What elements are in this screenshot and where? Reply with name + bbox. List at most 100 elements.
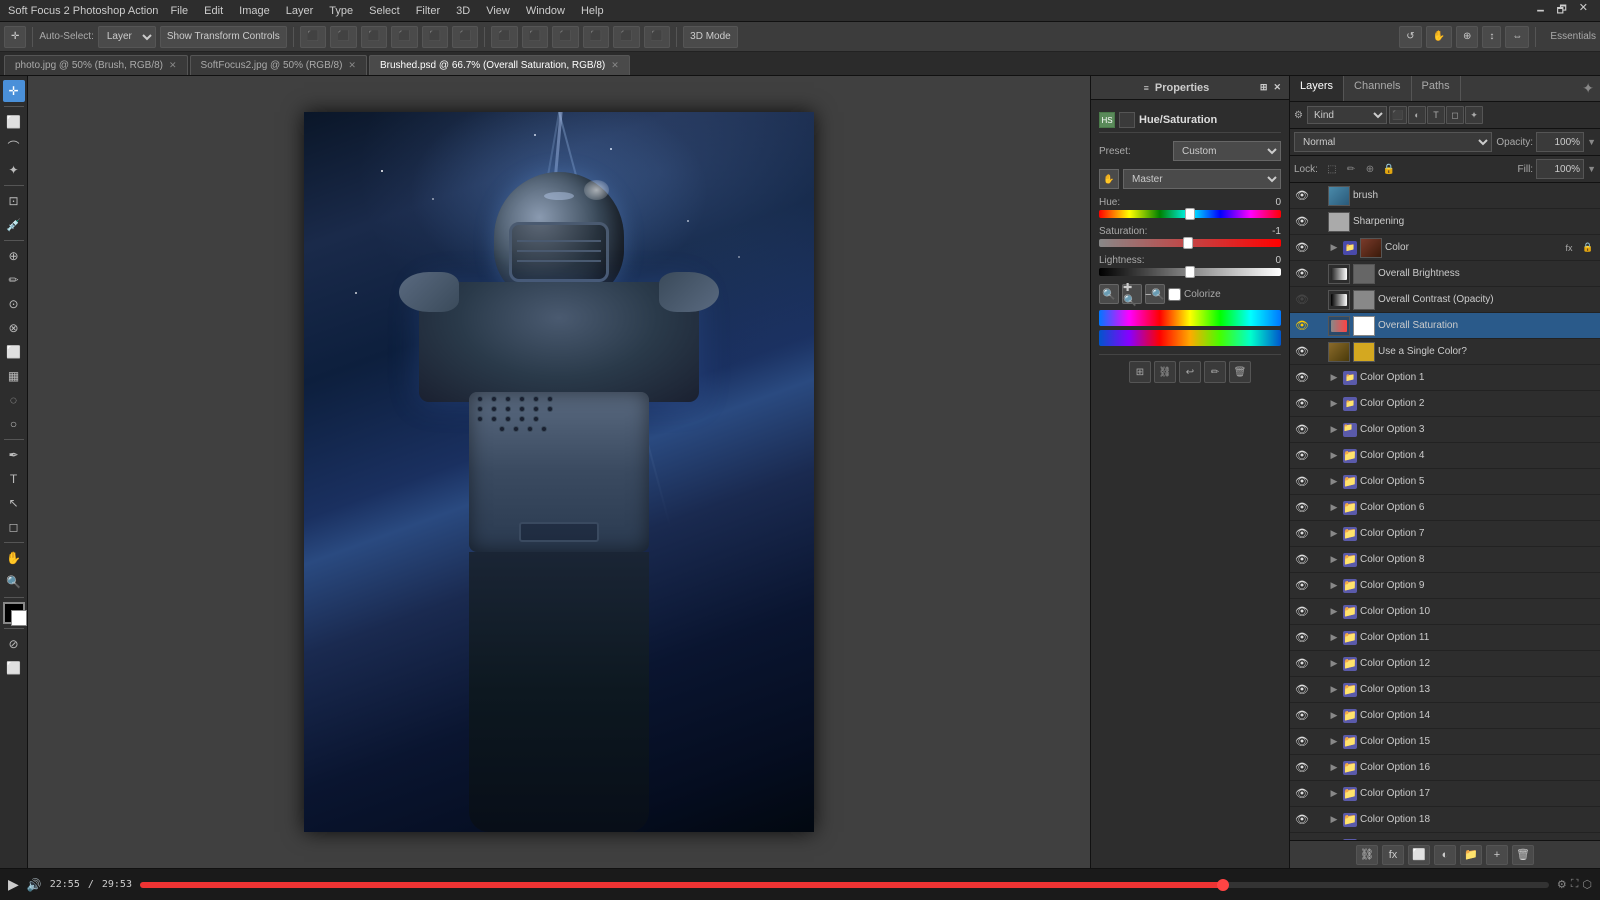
layer-single-color-vis[interactable]: 👁 xyxy=(1294,344,1310,360)
layer-sharpening[interactable]: 👁 Sharpening xyxy=(1290,209,1600,235)
type-tool[interactable]: T xyxy=(3,468,25,490)
menu-view[interactable]: View xyxy=(486,5,510,17)
healing-tool[interactable]: ⊕ xyxy=(3,245,25,267)
close-icon[interactable]: ✕ xyxy=(1579,1,1588,20)
align-center-btn[interactable]: ⬛ xyxy=(330,26,356,48)
layer-co14-vis[interactable]: 👁 xyxy=(1294,708,1310,724)
layer-brush[interactable]: 👁 brush xyxy=(1290,183,1600,209)
quick-mask-tool[interactable]: ⊘ xyxy=(3,633,25,655)
hue-slider-track[interactable] xyxy=(1099,210,1281,218)
layer-color-option-15[interactable]: 👁 ▶ 📁 Color Option 15 xyxy=(1290,729,1600,755)
layer-color-vis[interactable]: 👁 xyxy=(1294,240,1310,256)
distribute-right-btn[interactable]: ⬛ xyxy=(552,26,578,48)
opacity-arrow[interactable]: ▼ xyxy=(1587,137,1596,147)
layer-overall-contrast[interactable]: 👁 Overall Contrast (Opacity) xyxy=(1290,287,1600,313)
tab-paths[interactable]: Paths xyxy=(1412,76,1461,101)
shape-tool[interactable]: ◻ xyxy=(3,516,25,538)
layer-brightness-vis[interactable]: 👁 xyxy=(1294,266,1310,282)
distribute-bottom-btn[interactable]: ⬛ xyxy=(644,26,670,48)
layers-delete-btn[interactable]: 🗑 xyxy=(1512,845,1534,865)
filter-adj-icon[interactable]: ◐ xyxy=(1408,106,1426,124)
screen-mode-tool[interactable]: ⬜ xyxy=(3,657,25,679)
layer-co6-expand[interactable]: ▶ xyxy=(1328,502,1340,514)
history-tool[interactable]: ⊗ xyxy=(3,317,25,339)
play-button[interactable]: ▶ xyxy=(8,876,19,893)
layers-group-btn[interactable]: 📁 xyxy=(1460,845,1482,865)
layers-adj-btn[interactable]: ◐ xyxy=(1434,845,1456,865)
layer-co5-vis[interactable]: 👁 xyxy=(1294,474,1310,490)
layer-co14-expand[interactable]: ▶ xyxy=(1328,710,1340,722)
layer-overall-brightness[interactable]: 👁 Overall Brightness xyxy=(1290,261,1600,287)
orbit-3d-btn[interactable]: ⊕ xyxy=(1456,26,1478,48)
prop-unlink-btn[interactable]: ↩ xyxy=(1179,361,1201,383)
eyedropper-add-btn[interactable]: ✚🔍 xyxy=(1122,284,1142,304)
gradient-tool[interactable]: ▦ xyxy=(3,365,25,387)
eyedropper-sub-btn[interactable]: −🔍 xyxy=(1145,284,1165,304)
lasso-tool[interactable]: ⌒ xyxy=(3,135,25,157)
marquee-tool[interactable]: ⬜ xyxy=(3,111,25,133)
lock-artboard-icon[interactable]: ⊕ xyxy=(1362,161,1378,177)
layer-co4-vis[interactable]: 👁 xyxy=(1294,448,1310,464)
layers-new-btn[interactable]: + xyxy=(1486,845,1508,865)
layer-co17-expand[interactable]: ▶ xyxy=(1328,788,1340,800)
menu-layer[interactable]: Layer xyxy=(286,5,314,17)
layer-co13-vis[interactable]: 👁 xyxy=(1294,682,1310,698)
show-transform-btn[interactable]: Show Transform Controls xyxy=(160,26,287,48)
layer-sharpening-vis[interactable]: 👁 xyxy=(1294,214,1310,230)
layers-filter-select[interactable]: Kind Name Effect Mode Attribute Color xyxy=(1307,106,1387,124)
align-top-btn[interactable]: ⬛ xyxy=(391,26,417,48)
light-slider-thumb[interactable] xyxy=(1185,266,1195,278)
layer-color-expand[interactable]: ▶ xyxy=(1328,242,1340,254)
move-tool-btn[interactable]: ✛ xyxy=(4,26,26,48)
menu-3d[interactable]: 3D xyxy=(456,5,470,17)
layer-co4-expand[interactable]: ▶ xyxy=(1328,450,1340,462)
menu-image[interactable]: Image xyxy=(239,5,270,17)
layer-color-option-10[interactable]: 👁 ▶ 📁 Color Option 10 xyxy=(1290,599,1600,625)
eyedropper-tool[interactable]: 💉 xyxy=(3,214,25,236)
layers-list[interactable]: 👁 brush 👁 Sharpening 👁 ▶ 📁 Color xyxy=(1290,183,1600,840)
tab-photo[interactable]: photo.jpg @ 50% (Brush, RGB/8) ✕ xyxy=(4,55,188,75)
layer-co17-vis[interactable]: 👁 xyxy=(1294,786,1310,802)
layer-co6-vis[interactable]: 👁 xyxy=(1294,500,1310,516)
filter-shape-icon[interactable]: ◻ xyxy=(1446,106,1464,124)
light-slider-track[interactable] xyxy=(1099,268,1281,276)
fill-arrow[interactable]: ▼ xyxy=(1587,164,1596,174)
scale-3d-btn[interactable]: ⇔ xyxy=(1505,26,1529,48)
layer-color-option-8[interactable]: 👁 ▶ 📁 Color Option 8 xyxy=(1290,547,1600,573)
layers-fx-btn[interactable]: fx xyxy=(1382,845,1404,865)
layer-single-color[interactable]: 👁 Use a Single Color? xyxy=(1290,339,1600,365)
props-menu-btn[interactable]: ⊞ xyxy=(1260,82,1268,93)
layer-color-option-11[interactable]: 👁 ▶ 📁 Color Option 11 xyxy=(1290,625,1600,651)
channel-eyedropper[interactable]: ✋ xyxy=(1099,169,1119,189)
layer-co1-expand[interactable]: ▶ xyxy=(1328,372,1340,384)
layer-co9-expand[interactable]: ▶ xyxy=(1328,580,1340,592)
layer-co10-expand[interactable]: ▶ xyxy=(1328,606,1340,618)
tab-brushed[interactable]: Brushed.psd @ 66.7% (Overall Saturation,… xyxy=(369,55,630,75)
layer-co9-vis[interactable]: 👁 xyxy=(1294,578,1310,594)
canvas-area[interactable] xyxy=(28,76,1090,868)
distribute-center-btn[interactable]: ⬛ xyxy=(522,26,548,48)
tab-channels[interactable]: Channels xyxy=(1344,76,1411,101)
tab-photo-close[interactable]: ✕ xyxy=(169,60,177,71)
rotate-3d-btn[interactable]: ↺ xyxy=(1399,26,1421,48)
layer-co12-expand[interactable]: ▶ xyxy=(1328,658,1340,670)
layer-color[interactable]: 👁 ▶ 📁 Color fx 🔒 xyxy=(1290,235,1600,261)
layer-co2-vis[interactable]: 👁 xyxy=(1294,396,1310,412)
layer-co11-expand[interactable]: ▶ xyxy=(1328,632,1340,644)
crop-tool[interactable]: ⊡ xyxy=(3,190,25,212)
layer-co3-expand[interactable]: ▶ xyxy=(1328,424,1340,436)
timeline-playhead[interactable] xyxy=(1217,879,1229,891)
foreground-color[interactable] xyxy=(3,602,25,624)
layer-co7-expand[interactable]: ▶ xyxy=(1328,528,1340,540)
layer-color-option-1[interactable]: 👁 ▶ 📁 Color Option 1 xyxy=(1290,365,1600,391)
layer-color-option-9[interactable]: 👁 ▶ 📁 Color Option 9 xyxy=(1290,573,1600,599)
layers-link-btn[interactable]: ⛓ xyxy=(1356,845,1378,865)
align-left-btn[interactable]: ⬛ xyxy=(300,26,326,48)
menu-select[interactable]: Select xyxy=(369,5,400,17)
layer-co16-expand[interactable]: ▶ xyxy=(1328,762,1340,774)
sat-slider-track[interactable] xyxy=(1099,239,1281,247)
filter-pixel-icon[interactable]: ⬛ xyxy=(1389,106,1407,124)
layer-co15-vis[interactable]: 👁 xyxy=(1294,734,1310,750)
tab-softfocus2[interactable]: SoftFocus2.jpg @ 50% (RGB/8) ✕ xyxy=(190,55,367,75)
layer-co13-expand[interactable]: ▶ xyxy=(1328,684,1340,696)
